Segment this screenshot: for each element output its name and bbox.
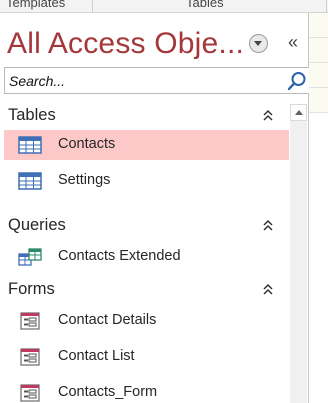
search-input[interactable] bbox=[9, 72, 279, 90]
nav-item-label: Contacts_Form bbox=[58, 384, 158, 400]
vertical-scrollbar[interactable] bbox=[290, 104, 307, 403]
nav-item-label: Contact List bbox=[58, 348, 135, 364]
group-label-forms: Forms bbox=[8, 280, 55, 298]
ribbon-group-templates: Templates bbox=[6, 0, 66, 10]
table-icon bbox=[18, 136, 42, 154]
navigation-pane-header: All Access Obje... « bbox=[0, 13, 308, 65]
nav-item-settings[interactable]: Settings bbox=[4, 166, 289, 196]
nav-item-contact-details[interactable]: Contact Details bbox=[4, 306, 289, 336]
group-header-forms[interactable]: Forms bbox=[4, 278, 289, 302]
nav-item-label: Settings bbox=[58, 172, 111, 188]
navigation-menu-dropdown-button[interactable] bbox=[249, 34, 268, 53]
nav-item-label: Contacts bbox=[58, 136, 116, 152]
table-icon bbox=[18, 172, 42, 190]
ribbon-separator bbox=[326, 0, 327, 12]
group-header-tables[interactable]: Tables bbox=[4, 104, 289, 128]
ribbon-separator bbox=[92, 0, 93, 12]
document-grid-cell bbox=[309, 13, 328, 38]
nav-item-contacts[interactable]: Contacts bbox=[4, 130, 289, 160]
document-grid-cell bbox=[309, 63, 328, 88]
navigation-pane-title[interactable]: All Access Obje... bbox=[7, 26, 244, 62]
form-icon bbox=[20, 312, 40, 330]
shutter-bar-close-icon[interactable]: « bbox=[283, 31, 303, 53]
collapse-group-icon[interactable] bbox=[261, 109, 275, 123]
nav-item-label: Contact Details bbox=[58, 312, 157, 328]
group-header-queries[interactable]: Queries bbox=[4, 214, 289, 238]
scroll-up-arrow-icon[interactable] bbox=[290, 104, 307, 121]
form-icon bbox=[20, 384, 40, 402]
document-grid-cell bbox=[309, 38, 328, 63]
form-icon bbox=[20, 348, 40, 366]
ribbon-strip: Templates Tables bbox=[0, 0, 328, 13]
search-icon[interactable] bbox=[286, 70, 308, 92]
collapse-group-icon[interactable] bbox=[261, 219, 275, 233]
nav-item-contacts-extended[interactable]: Contacts Extended bbox=[4, 242, 289, 272]
group-label-tables: Tables bbox=[8, 106, 56, 124]
group-label-queries: Queries bbox=[8, 216, 66, 234]
nav-item-contact-list[interactable]: Contact List bbox=[4, 342, 289, 372]
nav-item-label: Contacts Extended bbox=[58, 248, 181, 264]
search-box bbox=[4, 67, 311, 94]
navigation-pane: All Access Obje... « Tables bbox=[0, 13, 311, 403]
nav-item-contacts-form[interactable]: Contacts_Form bbox=[4, 378, 289, 403]
object-list: Tables Contacts Settings Queries Contact… bbox=[4, 103, 289, 403]
collapse-group-icon[interactable] bbox=[261, 283, 275, 297]
query-icon bbox=[18, 248, 42, 266]
document-grid-cell bbox=[309, 88, 328, 113]
document-area-edge bbox=[309, 13, 328, 403]
ribbon-group-tables: Tables bbox=[186, 0, 224, 10]
